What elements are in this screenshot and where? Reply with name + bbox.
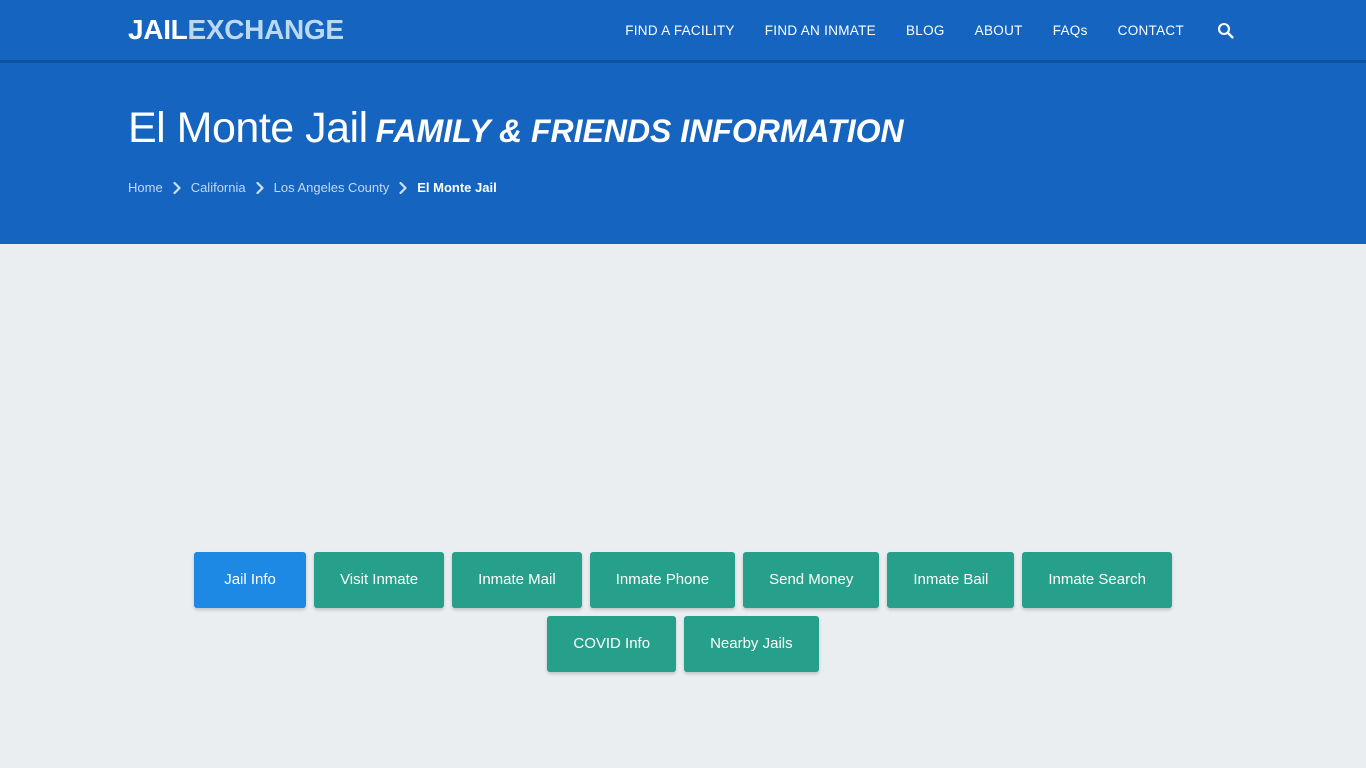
- nav-item-find-a-facility[interactable]: FIND A FACILITY: [610, 0, 750, 62]
- tab-visit-inmate[interactable]: Visit Inmate: [314, 552, 445, 608]
- site-header: JAILEXCHANGE FIND A FACILITY FIND AN INM…: [0, 0, 1366, 63]
- tab-inmate-mail[interactable]: Inmate Mail: [452, 552, 582, 608]
- chevron-right-icon: [389, 181, 417, 194]
- main-navigation: FIND A FACILITY FIND AN INMATE BLOG ABOU…: [610, 0, 1238, 62]
- page-title: El Monte Jail FAMILY & FRIENDS INFORMATIO…: [128, 63, 1238, 151]
- breadcrumb-item-current: El Monte Jail: [417, 180, 497, 196]
- logo-text-primary: JAIL: [128, 14, 188, 45]
- nav-item-find-an-inmate[interactable]: FIND AN INMATE: [750, 0, 891, 62]
- facility-tabs-row-1: Jail Info Visit Inmate Inmate Mail Inmat…: [0, 552, 1366, 608]
- tab-inmate-phone[interactable]: Inmate Phone: [589, 552, 736, 608]
- page-title-subtitle: FAMILY & FRIENDS INFORMATION: [375, 113, 904, 149]
- page-hero: El Monte Jail FAMILY & FRIENDS INFORMATIO…: [0, 63, 1366, 244]
- tab-nearby-jails[interactable]: Nearby Jails: [684, 616, 819, 672]
- tab-inmate-bail[interactable]: Inmate Bail: [887, 552, 1015, 608]
- nav-item-about[interactable]: ABOUT: [960, 0, 1038, 62]
- facility-tabs-row-2: COVID Info Nearby Jails: [0, 616, 1366, 672]
- page-title-facility: El Monte Jail: [128, 104, 368, 152]
- search-button[interactable]: [1199, 22, 1238, 39]
- tab-inmate-search[interactable]: Inmate Search: [1022, 552, 1172, 608]
- search-icon: [1217, 22, 1234, 39]
- main-content: Jail Info Visit Inmate Inmate Mail Inmat…: [0, 244, 1366, 768]
- nav-item-faqs[interactable]: FAQs: [1038, 0, 1103, 62]
- navbar-container: JAILEXCHANGE FIND A FACILITY FIND AN INM…: [0, 0, 1366, 62]
- advertisement-slot: [0, 244, 1366, 540]
- nav-item-blog[interactable]: BLOG: [891, 0, 960, 62]
- facility-section-tabs: Jail Info Visit Inmate Inmate Mail Inmat…: [0, 540, 1366, 672]
- tab-jail-info[interactable]: Jail Info: [194, 552, 307, 608]
- tab-send-money[interactable]: Send Money: [743, 552, 880, 608]
- breadcrumb: Home California Los Angeles County El Mo…: [128, 180, 1238, 195]
- nav-item-contact[interactable]: CONTACT: [1103, 0, 1199, 62]
- breadcrumb-item-los-angeles-county[interactable]: Los Angeles County: [274, 180, 390, 195]
- tab-covid-info[interactable]: COVID Info: [547, 616, 677, 672]
- chevron-right-icon: [246, 181, 274, 194]
- chevron-right-icon: [163, 181, 191, 194]
- site-logo[interactable]: JAILEXCHANGE: [128, 16, 344, 44]
- breadcrumb-item-california[interactable]: California: [191, 180, 246, 195]
- breadcrumb-item-home[interactable]: Home: [128, 180, 163, 195]
- logo-text-secondary: EXCHANGE: [187, 14, 344, 45]
